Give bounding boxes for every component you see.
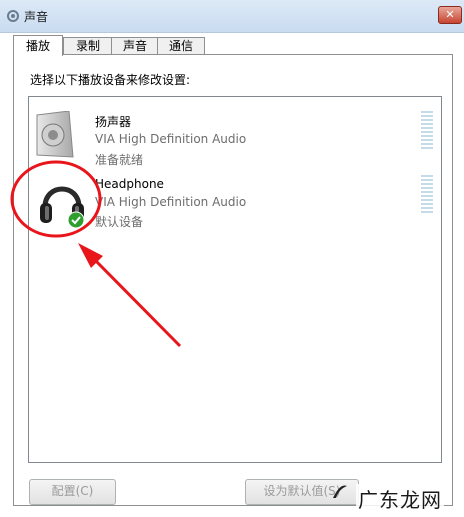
device-status: 准备就绪 bbox=[95, 153, 144, 167]
speaker-icon bbox=[36, 111, 74, 158]
watermark-logo-icon bbox=[333, 485, 347, 498]
title-bar: 声音 ✕ bbox=[0, 0, 464, 33]
tab-recording[interactable]: 录制 bbox=[63, 37, 113, 55]
device-description: VIA High Definition Audio bbox=[95, 132, 247, 146]
tab-playback[interactable]: 播放 bbox=[13, 35, 63, 56]
device-name: Headphone bbox=[95, 177, 164, 191]
tab-sounds[interactable]: 声音 bbox=[111, 37, 159, 55]
device-item-speakers[interactable]: 扬声器 VIA High Definition Audio 准备就绪 bbox=[29, 103, 441, 173]
device-name: 扬声器 bbox=[95, 115, 132, 129]
volume-meter bbox=[421, 175, 433, 215]
close-button[interactable]: ✕ bbox=[438, 6, 462, 24]
device-list[interactable]: 扬声器 VIA High Definition Audio 准备就绪 Headp… bbox=[28, 96, 442, 463]
device-description: VIA High Definition Audio bbox=[95, 195, 247, 209]
configure-button[interactable]: 配置(C) bbox=[29, 479, 116, 505]
device-item-headphone[interactable]: Headphone VIA High Definition Audio 默认设备 bbox=[29, 173, 441, 243]
watermark: 广东龙网 bbox=[356, 484, 444, 513]
volume-meter bbox=[421, 111, 433, 151]
default-check-icon bbox=[67, 211, 85, 229]
device-status: 默认设备 bbox=[95, 215, 144, 229]
window-title: 声音 bbox=[24, 10, 49, 24]
sound-window-icon bbox=[7, 10, 19, 22]
instruction-label: 选择以下播放设备来修改设置: bbox=[30, 73, 191, 87]
tab-communications[interactable]: 通信 bbox=[157, 37, 205, 55]
